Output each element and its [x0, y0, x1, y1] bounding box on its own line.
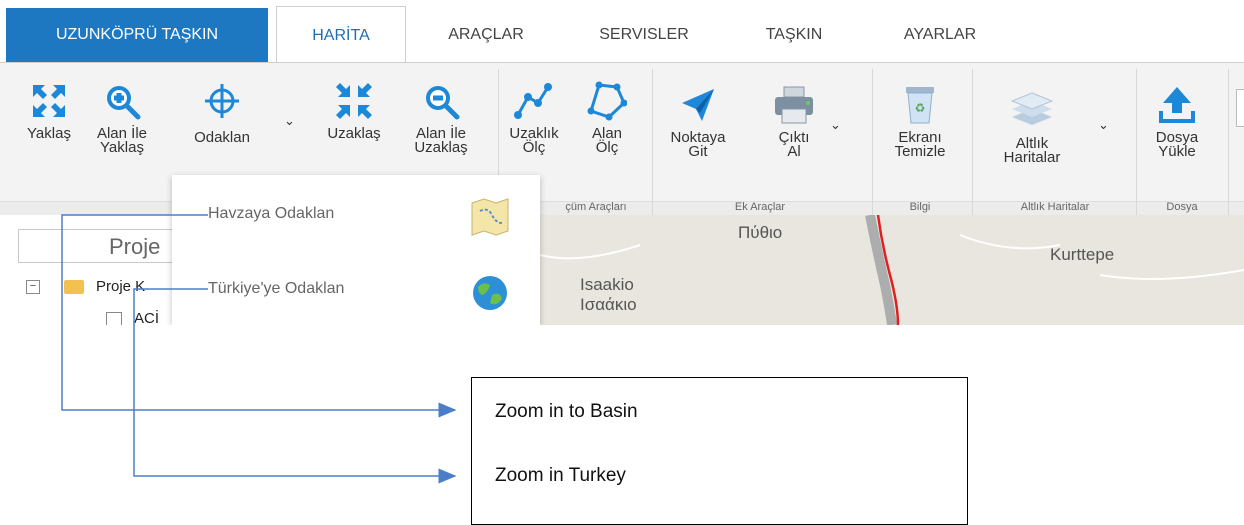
- annotation-zoom-turkey: Zoom in Turkey: [495, 465, 626, 486]
- annotation-zoom-basin: Zoom in to Basin: [495, 401, 638, 422]
- annotation-box: Zoom in to Basin Zoom in Turkey: [471, 377, 968, 525]
